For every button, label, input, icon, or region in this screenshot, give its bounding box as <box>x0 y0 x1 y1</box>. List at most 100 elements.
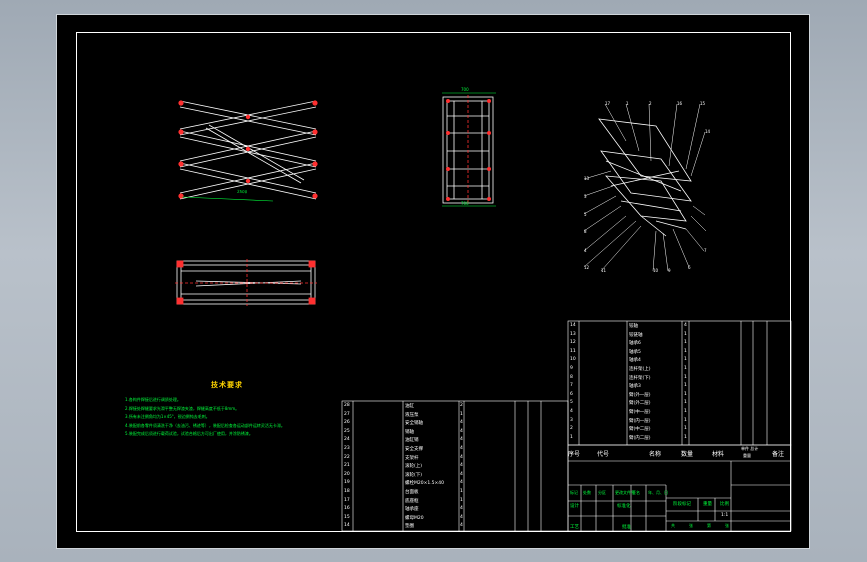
bom-lower-name: 液压泵 <box>405 412 419 418</box>
balloon-label: 15 <box>700 101 706 106</box>
balloon-label: 13 <box>584 176 590 181</box>
dim-scissor-length: 2500 <box>236 188 248 195</box>
bom-lower-qty: 4 <box>460 506 463 512</box>
bom-upper-qty: 1 <box>684 357 687 363</box>
hdr-no: 序号 <box>568 451 581 458</box>
balloon-label: 8 <box>584 229 587 234</box>
bom-upper-qty: 1 <box>684 340 687 346</box>
bom-lower-no: 21 <box>344 463 350 469</box>
bom-upper-qty: 1 <box>684 409 687 414</box>
bom-upper-no: 9 <box>570 366 573 371</box>
bom-lower-name: 油缸 <box>405 404 414 409</box>
bom-lower-qty: 4 <box>460 514 463 520</box>
tb-rev-label: 分区 <box>598 490 606 495</box>
balloon-label: 12 <box>584 265 590 270</box>
hdr-unit-total: 单件 总计 <box>741 446 759 451</box>
bom-upper-qty: 1 <box>684 366 687 371</box>
hdr-weight: 重量 <box>743 453 751 458</box>
bom-upper-no: 7 <box>570 383 573 389</box>
tb-weight: 重量 <box>703 502 712 507</box>
tech-requirements-title: 技术要求 <box>211 381 243 389</box>
bom-lower-name: 垫圈 <box>405 524 414 530</box>
dim-top-width: 700 <box>461 87 469 92</box>
tb-approve: 批准 <box>622 525 631 530</box>
bom-lower-qty: 4 <box>460 454 463 460</box>
bom-upper-qty: 1 <box>684 417 687 423</box>
tb-rev-label: 签名 <box>632 490 640 495</box>
bom-lower-qty: 1 <box>460 489 463 494</box>
bom-upper-qty: 1 <box>684 434 687 440</box>
bom-upper-name: 臂(中一层) <box>629 410 651 415</box>
bom-lower-name: 滚轮(上) <box>405 464 423 470</box>
bom-upper-no: 6 <box>570 391 573 397</box>
bom-lower-name: 底座框 <box>405 498 419 504</box>
tb-rev-label: 标记 <box>570 490 578 495</box>
bom-lower-no: 18 <box>344 489 350 494</box>
bom-upper-name: 轴承5 <box>629 349 641 355</box>
bom-upper-name: 轴承3 <box>629 384 641 390</box>
tb-standard: 标准化 <box>617 504 631 509</box>
bom-upper-no: 3 <box>570 417 573 423</box>
bom-lower-qty: 4 <box>460 428 463 434</box>
bom-lower-name: 螺母M20 <box>405 515 424 521</box>
cad-viewport[interactable]: 2500 700 700 17 1 2 16 15 14 13 3 5 8 4 12 11 10 9 6 7 技… <box>56 14 810 549</box>
tb-rev-label: 年、月、日 <box>648 490 668 495</box>
side-view <box>442 92 496 207</box>
bom-lower-no: 24 <box>344 437 350 443</box>
tb-sheet-label: 共 <box>671 523 675 528</box>
isometric-view <box>583 103 707 272</box>
tech-note: 5.装配完成后须进行载荷试验，试验合格后方可出厂使用，并涂防锈漆。 <box>125 431 253 436</box>
bom-upper-grid <box>567 320 792 446</box>
bom-lower-name: 台面板 <box>405 490 419 495</box>
hdr-code: 代号 <box>597 451 610 458</box>
bom-upper-name: 铰链轴 <box>629 332 643 338</box>
tb-rev-label: 处数 <box>583 490 591 495</box>
tb-sheet-label: 第 <box>707 523 711 528</box>
bom-lower-no: 26 <box>344 420 350 426</box>
bom-upper-name: 连杆架(上) <box>629 367 651 372</box>
bom-lower-no: 15 <box>344 514 350 520</box>
tb-sheet-label: 张 <box>689 523 693 528</box>
bom-lower-no: 14 <box>344 523 350 529</box>
bom-upper-name: 轴承4 <box>629 358 641 364</box>
bom-upper-qty: 1 <box>684 391 687 397</box>
balloon-label: 2 <box>649 101 652 106</box>
balloon-label: 9 <box>668 268 671 273</box>
bom-lower-name: 油缸销 <box>405 438 419 444</box>
front-view-scissor <box>178 100 318 202</box>
bom-upper-qty: 1 <box>684 426 687 432</box>
bom-lower-no: 28 <box>344 403 350 408</box>
bom-upper-qty: 1 <box>684 374 687 380</box>
balloon-label: 4 <box>584 248 587 253</box>
bom-upper-name: 臂(外一层) <box>629 392 651 398</box>
bom-lower-no: 19 <box>344 480 350 486</box>
bom-lower-no: 20 <box>344 471 350 477</box>
balloon-label: 14 <box>705 129 711 134</box>
bom-lower-no: 25 <box>344 428 350 434</box>
tb-stage: 阶段标记 <box>673 502 691 507</box>
tb-scale-val: 1:1 <box>721 513 729 518</box>
bom-lower-qty: 1 <box>460 497 463 503</box>
balloon-label: 16 <box>677 101 683 106</box>
drawing-canvas <box>175 92 792 532</box>
bom-upper-name: 臂(中二层) <box>629 427 651 433</box>
hdr-remark: 备注 <box>772 451 785 458</box>
balloon-label: 17 <box>605 101 611 106</box>
balloon-label: 5 <box>584 212 587 217</box>
tech-note: 2.焊接处焊缝要求光滑平整无焊渣夹渣，焊缝高度不低于8mm。 <box>125 405 240 411</box>
bom-lower-no: 27 <box>344 411 350 417</box>
balloon-label: 11 <box>601 268 607 273</box>
bom-lower-name: 安全销轴 <box>405 421 423 427</box>
bom-lower-name: 螺栓M20×1.5×40 <box>405 481 445 487</box>
bom-upper-no: 8 <box>570 374 573 380</box>
bom-lower-qty: 1 <box>460 411 463 417</box>
bom-upper-qty: 4 <box>684 323 687 328</box>
balloon-label: 7 <box>704 248 707 253</box>
bom-upper-no: 5 <box>570 400 573 406</box>
tb-designer: 设计 <box>570 504 579 509</box>
bom-upper-name: 连杆架(下) <box>629 375 651 381</box>
bom-upper-no: 4 <box>570 409 573 414</box>
bom-upper-no: 2 <box>570 426 573 432</box>
bom-lower-qty: 4 <box>460 523 463 529</box>
bom-upper-qty: 1 <box>684 383 687 389</box>
